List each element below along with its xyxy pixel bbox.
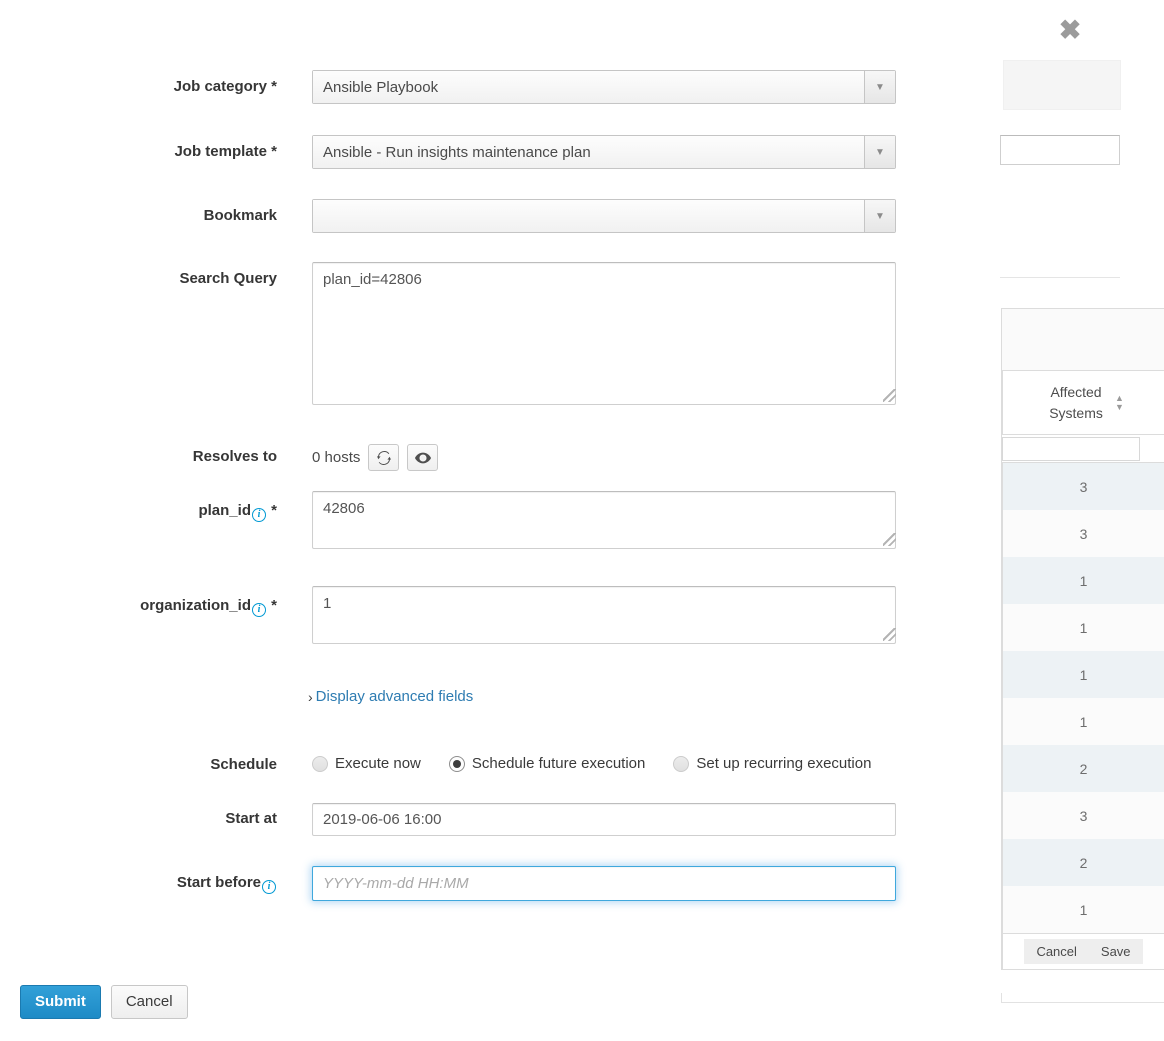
close-icon[interactable]: ✖ — [1055, 15, 1085, 45]
start-before-input[interactable]: YYYY-mm-dd HH:MM — [312, 866, 896, 901]
schedule-radio-group: Execute now Schedule future execution Set … — [312, 755, 899, 772]
table-header-label: Affected Systems — [1049, 384, 1103, 421]
table-row[interactable]: 1 — [1002, 651, 1164, 698]
select-job-template-value: Ansible - Run insights maintenance plan — [313, 136, 865, 168]
table-row[interactable]: 1 — [1002, 604, 1164, 651]
affected-systems-table: Affected Systems ▲ ▼ 3311112321 Cancel Sa… — [1001, 308, 1164, 970]
label-resolves-to: Resolves to — [192, 448, 277, 465]
field-row-start-at: Start at 2019-06-06 16:00 — [0, 803, 1000, 836]
display-advanced-fields-link[interactable]: › Display advanced fields — [308, 688, 473, 705]
schedule-option-label: Execute now — [335, 755, 421, 772]
schedule-option-0[interactable]: Execute now — [312, 755, 421, 772]
organization-id-textarea[interactable]: 1 — [312, 586, 896, 644]
field-row-organization-id: organization_id i * 1 — [0, 586, 1000, 644]
label-schedule: Schedule — [210, 756, 277, 773]
table-row[interactable]: 3 — [1002, 510, 1164, 557]
chevron-down-icon[interactable]: ▼ — [865, 200, 895, 232]
table-row[interactable]: 2 — [1002, 745, 1164, 792]
label-search-query: Search Query — [179, 270, 277, 287]
table-row[interactable]: 3 — [1002, 792, 1164, 839]
start-before-placeholder: YYYY-mm-dd HH:MM — [323, 875, 469, 892]
select-job-category-value: Ansible Playbook — [313, 71, 865, 103]
label-plan-id: plan_id i * — [198, 502, 277, 522]
screen: ✖ Affected Systems ▲ ▼ 3311112321 Cancel … — [0, 0, 1164, 1041]
chevron-down-icon[interactable]: ▼ — [865, 136, 895, 168]
start-at-input[interactable]: 2019-06-06 16:00 — [312, 803, 896, 836]
chevron-down-icon[interactable]: ▼ — [865, 71, 895, 103]
table-row[interactable]: 3 — [1002, 463, 1164, 510]
radio-button[interactable] — [673, 755, 690, 772]
table-save-button[interactable]: Save — [1088, 939, 1143, 964]
resize-grip-icon[interactable] — [883, 628, 896, 641]
plan-id-textarea[interactable]: 42806 — [312, 491, 896, 549]
label-start-before: Start before i — [0, 874, 277, 894]
advanced-link-label[interactable]: Display advanced fields — [316, 688, 474, 705]
table-filter-input[interactable] — [1002, 437, 1140, 461]
schedule-option-1[interactable]: Schedule future execution — [448, 755, 646, 772]
field-row-advanced: › Display advanced fields — [0, 688, 1000, 710]
submit-button[interactable]: Submit — [20, 985, 101, 1019]
field-row-job-template: Job template * Ansible - Run insights ma… — [0, 135, 1000, 169]
job-invocation-form: Job category * Ansible Playbook ▼ Job te… — [0, 0, 1000, 1041]
label-bookmark: Bookmark — [203, 207, 277, 224]
table-bottom-edge — [1001, 993, 1164, 1003]
select-bookmark-value — [313, 200, 865, 232]
form-actions: Submit Cancel — [20, 985, 1020, 1019]
field-row-job-category: Job category * Ansible Playbook ▼ — [0, 70, 1000, 104]
table-row[interactable]: 2 — [1002, 839, 1164, 886]
label-organization-id: organization_id i * — [140, 597, 277, 617]
table-body: 3311112321 — [1002, 463, 1164, 933]
table-row[interactable]: 1 — [1002, 557, 1164, 604]
select-job-template[interactable]: Ansible - Run insights maintenance plan … — [312, 135, 896, 169]
background-input-box[interactable] — [1000, 135, 1120, 165]
chevron-right-icon: › — [308, 688, 313, 705]
table-toolbar-strip — [1002, 309, 1164, 371]
table-footer: Cancel Save — [1002, 933, 1164, 969]
info-icon[interactable]: i — [262, 880, 276, 894]
field-row-schedule: Schedule Execute now Schedule future exec… — [0, 755, 1000, 777]
field-row-bookmark: Bookmark ▼ — [0, 199, 1000, 233]
field-row-search-query: Search Query plan_id=42806 — [0, 262, 1000, 405]
radio-button[interactable] — [448, 755, 465, 772]
label-start-at: Start at — [225, 810, 277, 827]
resolved-hosts-count: 0 hosts — [312, 449, 361, 466]
eye-icon[interactable] — [407, 444, 439, 471]
schedule-option-2[interactable]: Set up recurring execution — [673, 755, 871, 772]
info-icon[interactable]: i — [251, 508, 266, 522]
search-query-textarea[interactable]: plan_id=42806 — [312, 262, 896, 405]
select-job-category[interactable]: Ansible Playbook ▼ — [312, 70, 896, 104]
refresh-icon[interactable] — [368, 444, 400, 471]
resize-grip-icon[interactable] — [883, 533, 896, 546]
table-row[interactable]: 1 — [1002, 886, 1164, 933]
select-bookmark[interactable]: ▼ — [312, 199, 896, 233]
table-row[interactable]: 1 — [1002, 698, 1164, 745]
background-divider — [1000, 277, 1120, 278]
field-row-plan-id: plan_id i * 42806 — [0, 491, 1000, 549]
radio-button[interactable] — [312, 755, 328, 772]
table-filter-row[interactable] — [1002, 434, 1164, 463]
cancel-button[interactable]: Cancel — [110, 985, 188, 1019]
sort-icon[interactable]: ▲ ▼ — [1115, 393, 1124, 411]
schedule-option-label: Set up recurring execution — [696, 755, 872, 772]
field-row-start-before: Start before i YYYY-mm-dd HH:MM — [0, 866, 1000, 901]
info-icon[interactable]: i — [251, 603, 266, 617]
schedule-option-label: Schedule future execution — [471, 755, 646, 772]
label-job-category: Job category * — [173, 78, 277, 95]
background-panel-block — [1003, 60, 1121, 110]
table-cancel-button[interactable]: Cancel — [1024, 939, 1089, 964]
field-row-resolves-to: Resolves to 0 hosts — [0, 444, 1000, 474]
label-job-template: Job template * — [174, 143, 277, 160]
resize-grip-icon[interactable] — [883, 389, 896, 402]
table-header-affected-systems[interactable]: Affected Systems ▲ ▼ — [1002, 371, 1164, 434]
